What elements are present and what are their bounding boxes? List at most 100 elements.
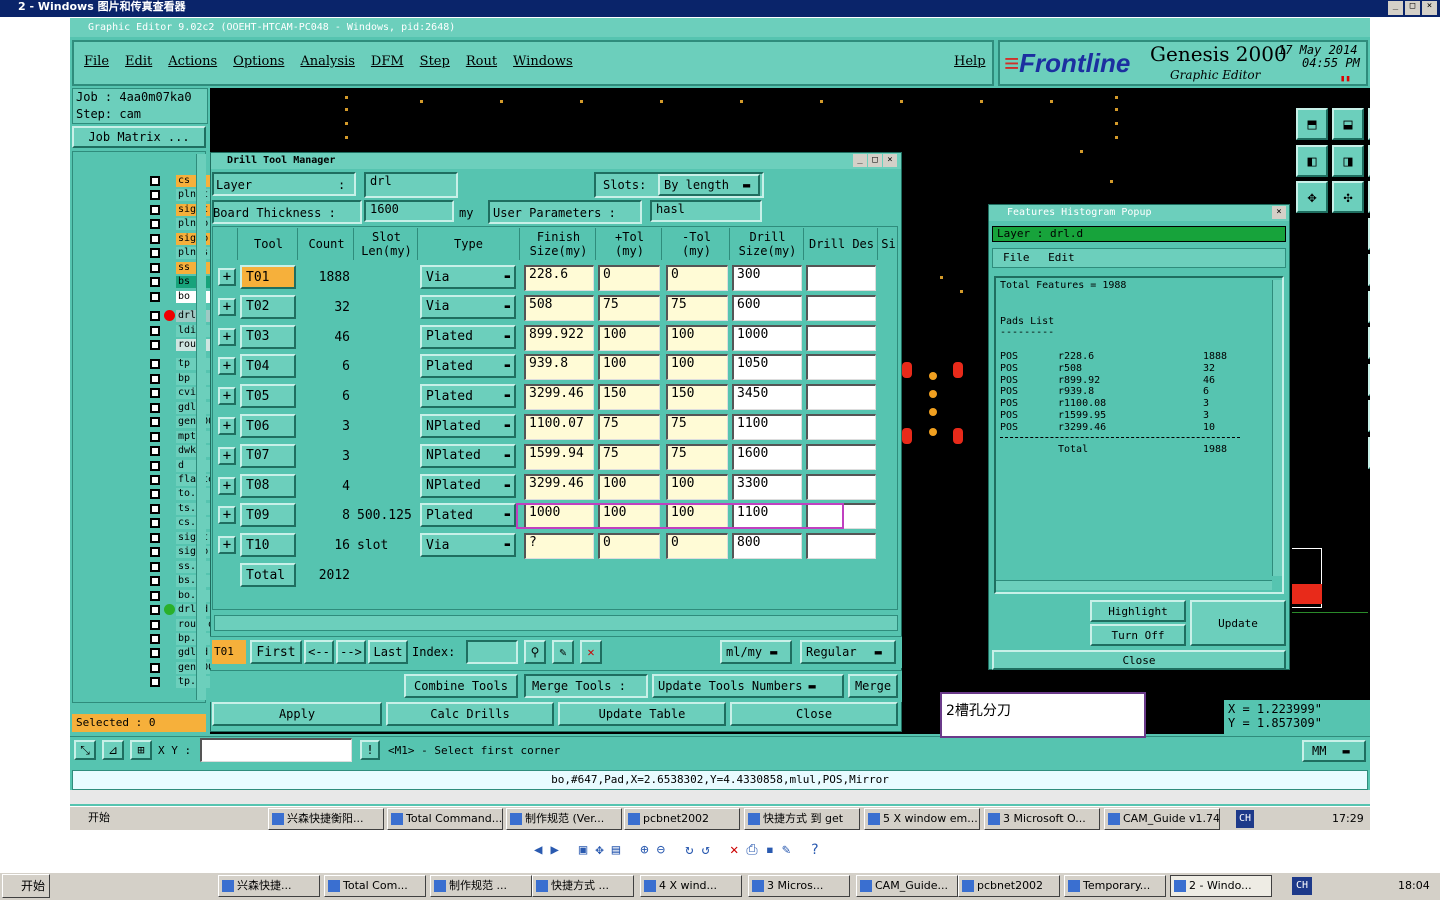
fhp-highlight-button[interactable]: Highlight: [1090, 600, 1186, 622]
dtm-drill-input[interactable]: 300: [732, 265, 802, 291]
toolbar-icon-4-2[interactable]: [1368, 254, 1370, 286]
fhp-close-icon[interactable]: ×: [1272, 206, 1286, 219]
dtm-finish-input[interactable]: ?: [524, 533, 594, 560]
dtm-merge-button[interactable]: Merge: [848, 674, 898, 698]
layer-checkbox[interactable]: [150, 176, 160, 186]
layer-checkbox[interactable]: [150, 248, 160, 259]
menu-windows[interactable]: Windows: [513, 54, 573, 69]
unit-select[interactable]: MM ▬: [1302, 740, 1366, 762]
menu-analysis[interactable]: Analysis: [300, 54, 355, 69]
dtm-des-input[interactable]: [806, 414, 876, 440]
dtm-type-select[interactable]: Plated ▬: [420, 503, 516, 528]
dtm-drill-input[interactable]: 1600: [732, 443, 802, 470]
edit-icon[interactable]: ✎: [782, 842, 790, 862]
rotate-ccw-icon[interactable]: ↺: [702, 842, 710, 862]
outer-start-button[interactable]: 开始: [2, 874, 50, 898]
save-icon[interactable]: ▪: [766, 842, 774, 862]
fhp-menu-file[interactable]: File: [1003, 251, 1030, 264]
print-icon[interactable]: ⎙: [746, 842, 757, 862]
dtm-prev-button[interactable]: <--: [304, 640, 334, 664]
dtm-tool-cell[interactable]: T01: [240, 265, 296, 289]
help-icon[interactable]: ?: [810, 842, 818, 862]
toolbar-icon-7-2[interactable]: [1368, 363, 1370, 396]
dtm-expand-icon[interactable]: +: [218, 417, 236, 435]
dtm-des-input[interactable]: [806, 473, 876, 500]
menu-dfm[interactable]: DFM: [371, 54, 404, 69]
dtm-tool-cell[interactable]: T07: [240, 443, 296, 468]
dtm-type-select[interactable]: NPlated ▬: [420, 473, 516, 498]
menu-file[interactable]: File: [84, 54, 109, 69]
layer-checkbox[interactable]: [150, 446, 160, 457]
dtm-minimize-icon[interactable]: _: [853, 154, 867, 167]
dtm-type-select[interactable]: Via ▬: [420, 294, 516, 319]
dtm-expand-icon[interactable]: +: [218, 476, 236, 495]
inner-task-button[interactable]: Total Command...: [387, 808, 503, 830]
rotate-cw-icon[interactable]: ↻: [685, 842, 693, 862]
layer-checkbox[interactable]: [150, 619, 160, 630]
dtm-mtol-input[interactable]: 75: [666, 414, 728, 440]
dtm-finish-input[interactable]: 508: [524, 294, 594, 321]
dtm-tool-cell[interactable]: T06: [240, 414, 296, 438]
toolbar-icon-5-2[interactable]: [1368, 290, 1370, 323]
dtm-des-input[interactable]: [806, 354, 876, 381]
dtm-expand-icon[interactable]: +: [218, 387, 236, 406]
zoom-out-icon[interactable]: ⊖: [657, 842, 665, 862]
actual-size-icon[interactable]: ✥: [595, 842, 603, 862]
dtm-update-numbers-select[interactable]: Update Tools Numbers ▬: [652, 674, 844, 698]
layer-checkbox[interactable]: [150, 475, 160, 485]
dtm-layer-input[interactable]: drl: [364, 172, 458, 198]
dtm-ptol-input[interactable]: 75: [598, 294, 660, 321]
layer-checkbox[interactable]: [150, 561, 160, 572]
layer-checkbox[interactable]: [150, 339, 160, 350]
dtm-finish-input[interactable]: 1599.94: [524, 443, 594, 470]
layer-checkbox[interactable]: [150, 373, 160, 384]
menu-options[interactable]: Options: [233, 54, 284, 69]
layer-checkbox[interactable]: [150, 590, 160, 601]
dtm-expand-icon[interactable]: +: [218, 536, 236, 555]
layer-checkbox[interactable]: [150, 233, 160, 244]
dtm-expand-icon[interactable]: +: [218, 506, 236, 525]
layer-checkbox[interactable]: [150, 460, 160, 471]
dtm-tool-cell[interactable]: T04: [240, 354, 296, 379]
layer-checkbox[interactable]: [150, 204, 160, 215]
toolbar-icon-8-2[interactable]: [1368, 400, 1370, 432]
layer-checkbox[interactable]: [150, 388, 160, 399]
dtm-tool-cell[interactable]: T09: [240, 503, 296, 528]
layer-checkbox[interactable]: [150, 576, 160, 587]
dtm-mtol-input[interactable]: 100: [666, 324, 728, 351]
menu-step[interactable]: Step: [420, 54, 450, 69]
layer-checkbox[interactable]: [150, 262, 160, 273]
layer-checkbox[interactable]: [150, 402, 160, 413]
outer-task-button[interactable]: 兴森快捷...: [218, 875, 320, 897]
dtm-drill-input[interactable]: 800: [732, 533, 802, 560]
dtm-type-select[interactable]: NPlated ▬: [420, 414, 516, 438]
dtm-calc-button[interactable]: Calc Drills: [386, 702, 554, 726]
menu-actions[interactable]: Actions: [168, 54, 217, 69]
dtm-ptol-input[interactable]: 150: [598, 384, 660, 411]
slideshow-icon[interactable]: ▤: [612, 842, 620, 862]
dtm-first-button[interactable]: First: [250, 640, 302, 664]
layer-checkbox[interactable]: [150, 662, 160, 673]
dtm-expand-icon[interactable]: +: [218, 327, 236, 346]
dtm-finish-input[interactable]: 3299.46: [524, 384, 594, 411]
dtm-ptol-input[interactable]: 75: [598, 414, 660, 440]
dtm-ptol-input[interactable]: 75: [598, 443, 660, 470]
dtm-user-params-input[interactable]: hasl: [650, 200, 762, 222]
toolbar-icon-2-1[interactable]: ✣: [1332, 181, 1364, 213]
dtm-tool-cell[interactable]: T08: [240, 473, 296, 498]
dtm-ptol-input[interactable]: 100: [598, 324, 660, 351]
inner-lang[interactable]: CH: [1236, 810, 1254, 828]
dtm-type-select[interactable]: Via ▬: [420, 533, 516, 558]
maximize-icon[interactable]: □: [1405, 1, 1420, 15]
dtm-des-input[interactable]: [806, 533, 876, 560]
dtm-mode-select[interactable]: Regular ▬: [800, 640, 896, 664]
dtm-mtol-input[interactable]: 150: [666, 384, 728, 411]
dtm-board-input[interactable]: 1600: [364, 200, 454, 222]
fhp-update-button[interactable]: Update: [1190, 600, 1286, 646]
dtm-next-button[interactable]: -->: [336, 640, 366, 664]
inner-task-button[interactable]: 快捷方式 到 get: [744, 808, 860, 830]
layer-checkbox[interactable]: [150, 190, 160, 201]
dtm-ptol-input[interactable]: 0: [598, 265, 660, 291]
layer-checkbox[interactable]: [150, 359, 160, 370]
inner-task-button[interactable]: 制作规范 (Ver...: [506, 808, 622, 830]
